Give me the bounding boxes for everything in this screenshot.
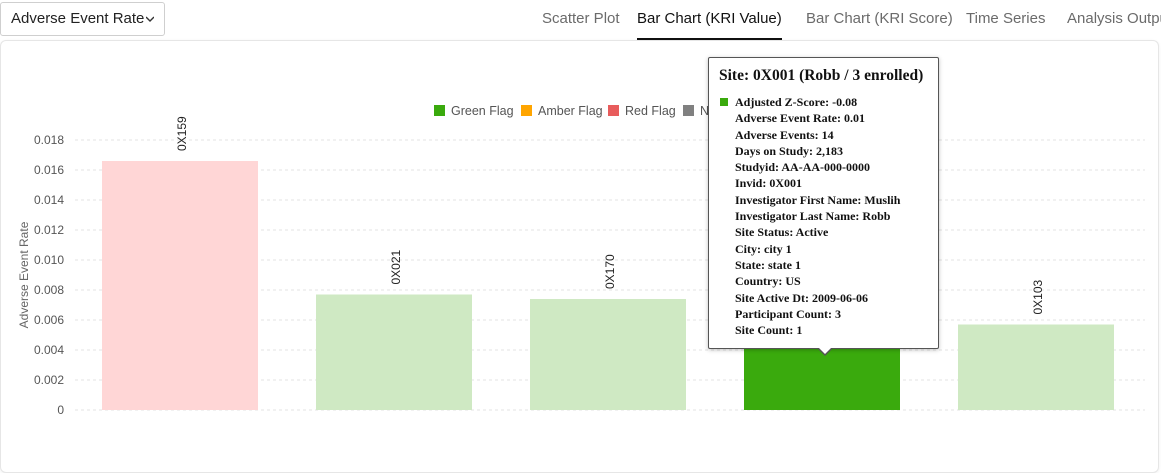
- legend-swatch-red-flag: [608, 105, 619, 116]
- bar-0x103[interactable]: [958, 324, 1114, 411]
- tooltip-line: State: state 1: [735, 257, 801, 272]
- tooltip-line: Site Active Dt: 2009-06-06: [735, 290, 868, 305]
- y-tick-label: 0.012: [34, 223, 64, 237]
- bar-0x021[interactable]: [316, 294, 472, 411]
- y-tick-label: 0.008: [34, 283, 64, 297]
- tooltip-line: Investigator Last Name: Robb: [735, 209, 891, 224]
- tooltip-line: City: city 1: [735, 241, 792, 256]
- y-tick-label: 0.002: [34, 373, 64, 387]
- tooltip-line: Studyid: AA-AA-000-0000: [735, 160, 871, 175]
- y-tick-label: 0.014: [34, 193, 64, 207]
- legend-swatch-green-flag: [434, 105, 445, 116]
- legend-label: Amber Flag: [538, 104, 603, 118]
- bar-label: 0X170: [603, 254, 617, 289]
- tooltip-line: Invid: 0X001: [735, 176, 803, 191]
- bar-label: 0X103: [1031, 279, 1045, 314]
- tooltip-line: Adverse Event Rate: 0.01: [735, 111, 865, 126]
- tooltip-line: Adverse Events: 14: [735, 127, 834, 142]
- y-axis-label: Adverse Event Rate: [17, 221, 31, 328]
- bar-0x159[interactable]: [102, 161, 258, 410]
- tooltip-line: Days on Study: 2,183: [735, 143, 844, 158]
- y-tick-label: 0: [57, 403, 64, 417]
- tooltip-title: Site: 0X001 (Robb / 3 enrolled): [719, 67, 924, 84]
- tooltip-details: Adjusted Z-Score: -0.08 Adverse Event Rat…: [735, 94, 900, 338]
- y-tick-label: 0.010: [34, 253, 64, 267]
- tooltip-line: Site Status: Active: [735, 225, 829, 240]
- tooltip-line: Adjusted Z-Score: -0.08: [735, 95, 858, 109]
- y-tick-label: 0.004: [34, 343, 64, 357]
- bar-0x170[interactable]: [530, 299, 686, 410]
- legend-label: Red Flag: [625, 104, 676, 118]
- legend-swatch-no-flag: [683, 105, 694, 116]
- y-tick-label: 0.018: [34, 133, 64, 147]
- bar-chart: 0 0.002 0.004 0.006 0.008 0.010 0.012 0.014 0.01…: [17, 104, 1145, 417]
- tooltip-line: Participant Count: 3: [735, 306, 841, 321]
- bar-label: 0X021: [389, 249, 403, 284]
- legend-label: Green Flag: [451, 104, 514, 118]
- bar-label: 0X159: [175, 116, 189, 151]
- tooltip-color-swatch: [720, 98, 728, 106]
- y-tick-label: 0.016: [34, 163, 64, 177]
- legend-swatch-amber-flag: [521, 105, 532, 116]
- tooltip-line: Country: US: [735, 274, 801, 289]
- tooltip-line: Investigator First Name: Muslih: [735, 192, 901, 207]
- y-tick-label: 0.006: [34, 313, 64, 327]
- tooltip-line: Site Count: 1: [735, 323, 803, 338]
- site-tooltip: Site: 0X001 (Robb / 3 enrolled) Adjusted…: [708, 57, 939, 356]
